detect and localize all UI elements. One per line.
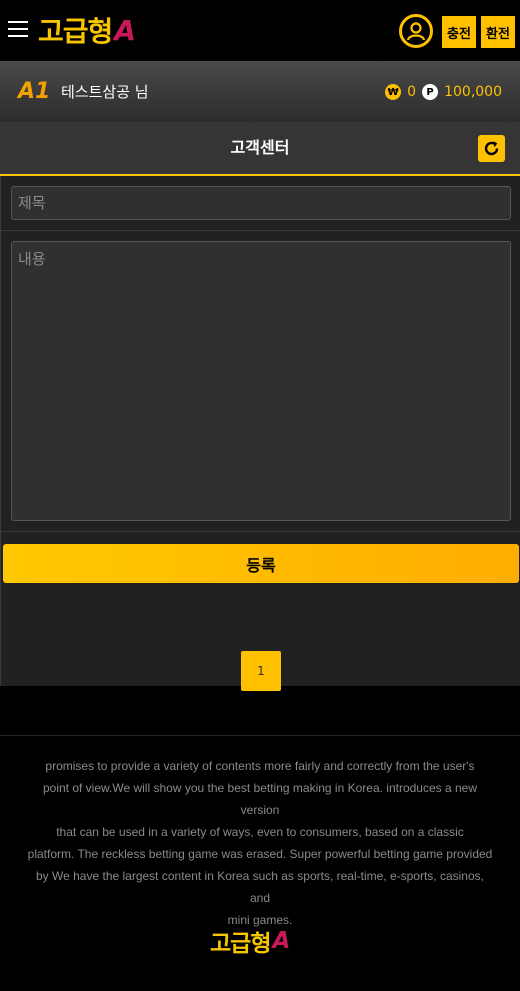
logo-accent: A	[114, 13, 136, 47]
balance-area: ₩ 0 P 100,000	[385, 80, 502, 104]
subject-row	[1, 176, 520, 231]
footer-logo-accent: A	[272, 928, 290, 954]
refresh-button[interactable]	[478, 135, 505, 162]
footer-line: platform. The reckless betting game was …	[27, 847, 493, 861]
level-badge-icon: A1	[18, 79, 51, 104]
divider	[1, 531, 520, 532]
money-balance: 0	[407, 84, 417, 100]
footer-line: by We have the largest content in Korea …	[36, 869, 484, 905]
footer-description: promises to provide a variety of content…	[25, 755, 495, 931]
pagination-page-1[interactable]: 1	[241, 651, 281, 691]
top-bar: 고급형 A 충전 환전	[0, 0, 520, 61]
user-profile-icon[interactable]	[399, 14, 433, 48]
footer-logo: 고급형 A	[210, 926, 290, 957]
menu-icon[interactable]	[8, 21, 28, 37]
footer-line: point of view.We will show you the best …	[42, 781, 477, 817]
footer-line: that can be used in a variety of ways, e…	[56, 825, 464, 839]
footer-line: promises to provide a variety of content…	[45, 759, 475, 773]
username: 테스트삼공 님	[61, 83, 149, 101]
user-info-bar: A1 테스트삼공 님 ₩ 0 P 100,000	[0, 61, 520, 122]
logo-text: 고급형	[38, 15, 113, 48]
inquiry-form: 등록 1	[0, 176, 520, 691]
footer-logo-text: 고급형	[210, 931, 271, 957]
refresh-icon	[484, 141, 499, 156]
footer-divider	[0, 735, 520, 736]
point-balance: 100,000	[444, 84, 502, 100]
site-logo[interactable]: 고급형 A	[38, 12, 136, 49]
exchange-button[interactable]: 환전	[481, 16, 515, 48]
content-textarea[interactable]	[11, 241, 511, 521]
page-title-bar: 고객센터	[0, 122, 520, 176]
charge-button[interactable]: 충전	[442, 16, 476, 48]
won-coin-icon: ₩	[385, 84, 402, 100]
subject-input[interactable]	[11, 186, 511, 220]
page-title: 고객센터	[230, 138, 290, 157]
point-coin-icon: P	[422, 84, 439, 100]
submit-button[interactable]: 등록	[3, 544, 519, 583]
